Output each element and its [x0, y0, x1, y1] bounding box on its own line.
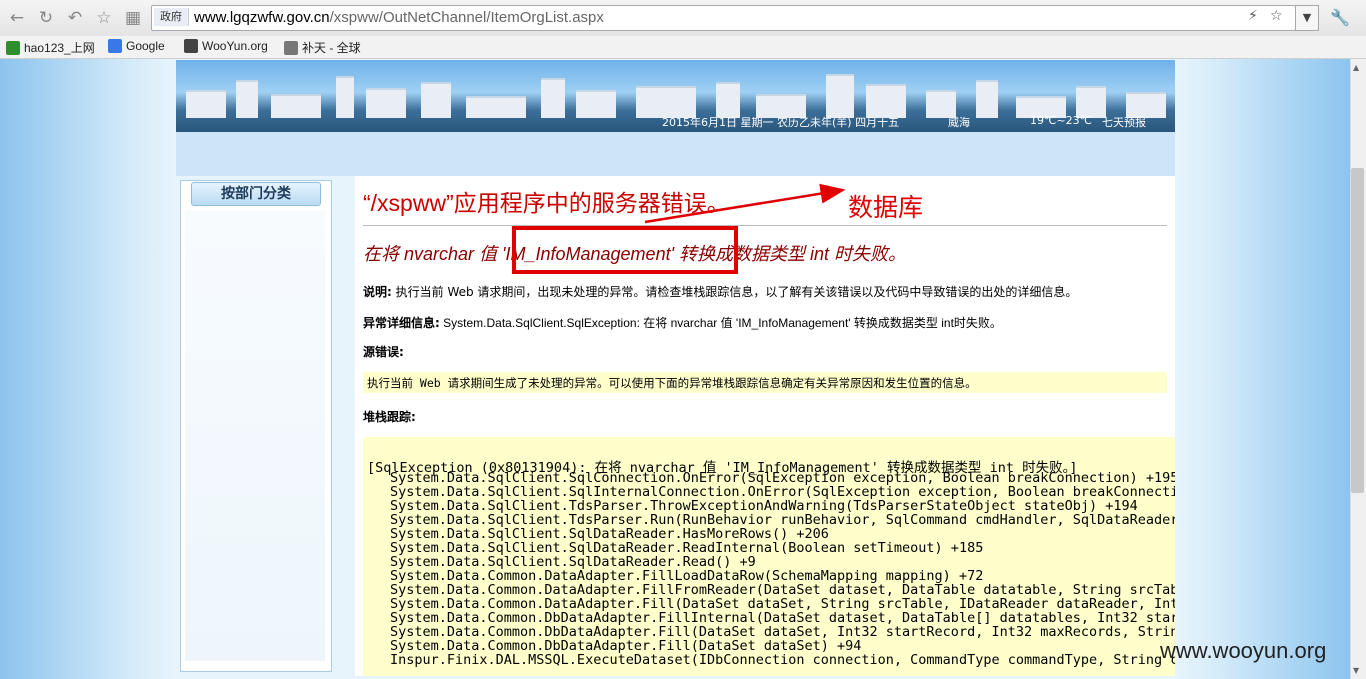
- highlight-box: [512, 226, 738, 274]
- bookmark-google[interactable]: Google: [108, 39, 165, 53]
- wooyun-icon: [184, 39, 198, 53]
- stack-trace-box: [SqlException (0x80131904): 在将 nvarchar …: [363, 437, 1175, 676]
- address-dropdown-button[interactable]: ▼: [1295, 5, 1319, 31]
- scrollbar-thumb[interactable]: [1351, 168, 1364, 493]
- bookmark-wooyun[interactable]: WooYun.org: [184, 39, 268, 53]
- url-path: /xspww/OutNetChannel/ItemOrgList.aspx: [329, 9, 604, 26]
- scroll-up-icon[interactable]: ▲: [1353, 63, 1359, 72]
- favorite-star-icon[interactable]: ☆: [93, 7, 115, 29]
- source-error-text: 执行当前 Web 请求期间生成了未处理的异常。可以使用下面的异常堆栈跟踪信息确定…: [367, 376, 977, 390]
- source-error-label: 源错误:: [363, 345, 404, 359]
- butian-icon: [284, 41, 298, 55]
- sidebar-panel: 按部门分类: [180, 180, 332, 672]
- stack-trace-label: 堆栈跟踪:: [363, 410, 416, 424]
- category-list: [185, 211, 325, 661]
- reload-icon[interactable]: ↻: [35, 7, 57, 29]
- city-banner: 2015年6月1日 星期一 农历乙未年(羊) 四月十五 威海 19℃~23℃ 七…: [176, 60, 1175, 132]
- url-domain: www.lgqzwfw.gov.cn: [194, 9, 330, 26]
- watermark: www.wooyun.org: [1160, 638, 1327, 663]
- bookmark-hao123[interactable]: hao123_上网: [6, 39, 95, 56]
- gov-badge: 政府: [154, 8, 189, 26]
- undo-icon[interactable]: ↶: [64, 7, 86, 29]
- google-icon: [108, 39, 122, 53]
- back-icon[interactable]: ←: [6, 7, 28, 29]
- stack-trace-line: Inspur.Finix.DAL.MSSQL.ExecuteDataset(ID…: [390, 652, 1175, 668]
- url-text[interactable]: www.lgqzwfw.gov.cn/xspww/OutNetChannel/I…: [194, 9, 604, 26]
- scroll-down-icon[interactable]: ▼: [1353, 666, 1359, 675]
- wrench-icon[interactable]: 🔧: [1330, 8, 1350, 27]
- exception-row: 异常详细信息: System.Data.SqlClient.SqlExcepti…: [363, 316, 1002, 330]
- title-divider: [363, 225, 1167, 226]
- nav-band: [176, 132, 1175, 176]
- bookmarks-bar: hao123_上网 Google WooYun.org 补天 - 全球: [0, 36, 1366, 59]
- source-error-box: 执行当前 Web 请求期间生成了未处理的异常。可以使用下面的异常堆栈跟踪信息确定…: [363, 372, 1167, 393]
- lightning-icon[interactable]: ⚡: [1248, 8, 1258, 24]
- category-title: 按部门分类: [191, 182, 321, 206]
- error-content: “/xspww”应用程序中的服务器错误。 数据库 在将 nvarchar 值 '…: [355, 176, 1175, 676]
- weather-temperature: 19℃~23℃: [1030, 114, 1092, 127]
- weather-city: 威海: [948, 116, 970, 129]
- grid-icon[interactable]: ▦: [122, 7, 144, 29]
- description-row: 说明: 执行当前 Web 请求期间，出现未处理的异常。请检查堆栈跟踪信息，以了解…: [363, 285, 1078, 299]
- bookmark-butian[interactable]: 补天 - 全球: [284, 39, 361, 56]
- browser-toolbar: ← ↻ ↶ ☆ ▦ 政府 www.lgqzwfw.gov.cn/xspww/Ou…: [0, 0, 1366, 37]
- banner-date: 2015年6月1日 星期一 农历乙未年(羊) 四月十五: [662, 116, 900, 129]
- address-bar[interactable]: 政府 www.lgqzwfw.gov.cn/xspww/OutNetChanne…: [151, 5, 1296, 31]
- forecast-link[interactable]: 七天预报: [1102, 114, 1146, 130]
- bookmark-star-icon[interactable]: ☆: [1270, 8, 1283, 24]
- hao123-icon: [6, 41, 20, 55]
